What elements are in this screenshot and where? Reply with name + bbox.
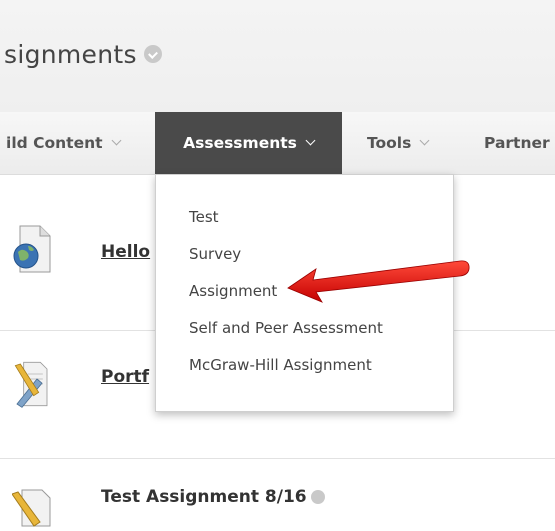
partner-label: Partner — [484, 134, 550, 152]
content-item-title[interactable]: Portf — [101, 367, 149, 387]
chevron-down-icon — [305, 135, 316, 146]
web-link-icon — [13, 225, 51, 273]
red-arrow-icon — [287, 260, 470, 303]
assignment-icon — [12, 489, 51, 527]
menu-item-self-peer-assessment[interactable]: Self and Peer Assessment — [189, 319, 383, 337]
course-menu-bar: ild Content Assessments Tools Partner — [0, 112, 555, 175]
build-content-menu[interactable]: ild Content — [6, 112, 121, 174]
content-item-title[interactable]: Test Assignment 8/16 — [101, 487, 325, 507]
content-item-title-text: Test Assignment 8/16 — [101, 487, 307, 507]
portfolio-icon — [14, 361, 48, 408]
content-item: Test Assignment 8/16 — [0, 458, 555, 527]
assessments-label: Assessments — [183, 134, 297, 152]
page-title: signments — [4, 40, 162, 69]
tools-label: Tools — [367, 134, 412, 152]
menu-item-survey[interactable]: Survey — [189, 245, 241, 263]
chevron-down-icon — [419, 135, 430, 146]
content-item-title[interactable]: Hello — [101, 242, 150, 262]
build-content-label: ild Content — [6, 134, 103, 152]
menu-item-test[interactable]: Test — [189, 208, 219, 226]
menu-item-assignment[interactable]: Assignment — [189, 282, 277, 300]
title-options-icon[interactable] — [143, 45, 162, 63]
page-title-text: signments — [4, 40, 137, 69]
partner-menu[interactable]: Partner — [484, 112, 550, 174]
page-header: signments — [0, 0, 555, 112]
item-options-icon[interactable] — [310, 490, 325, 504]
assessments-menu[interactable]: Assessments — [155, 112, 342, 174]
menu-item-mcgraw-hill-assignment[interactable]: McGraw-Hill Assignment — [189, 356, 372, 374]
tools-menu[interactable]: Tools — [367, 112, 430, 174]
chevron-down-icon — [111, 135, 121, 146]
